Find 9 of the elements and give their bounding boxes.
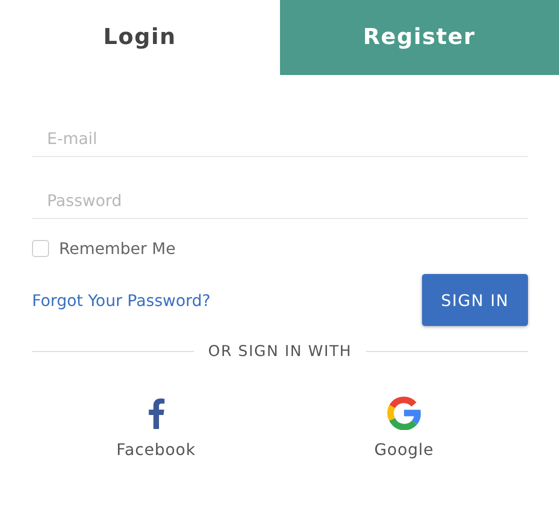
social-label[interactable]: Facebook — [116, 440, 196, 459]
google-icon — [387, 396, 421, 430]
sign-in-button[interactable]: SIGN IN — [422, 274, 528, 326]
forgot-password-link[interactable]: Forgot Your Password? — [32, 290, 210, 310]
remember-label: Remember Me — [59, 239, 176, 258]
facebook-icon — [147, 396, 165, 430]
social-label[interactable]: Google — [374, 440, 434, 459]
checkbox[interactable] — [32, 240, 49, 257]
divider-text: OR SIGN IN WITH — [208, 342, 352, 360]
